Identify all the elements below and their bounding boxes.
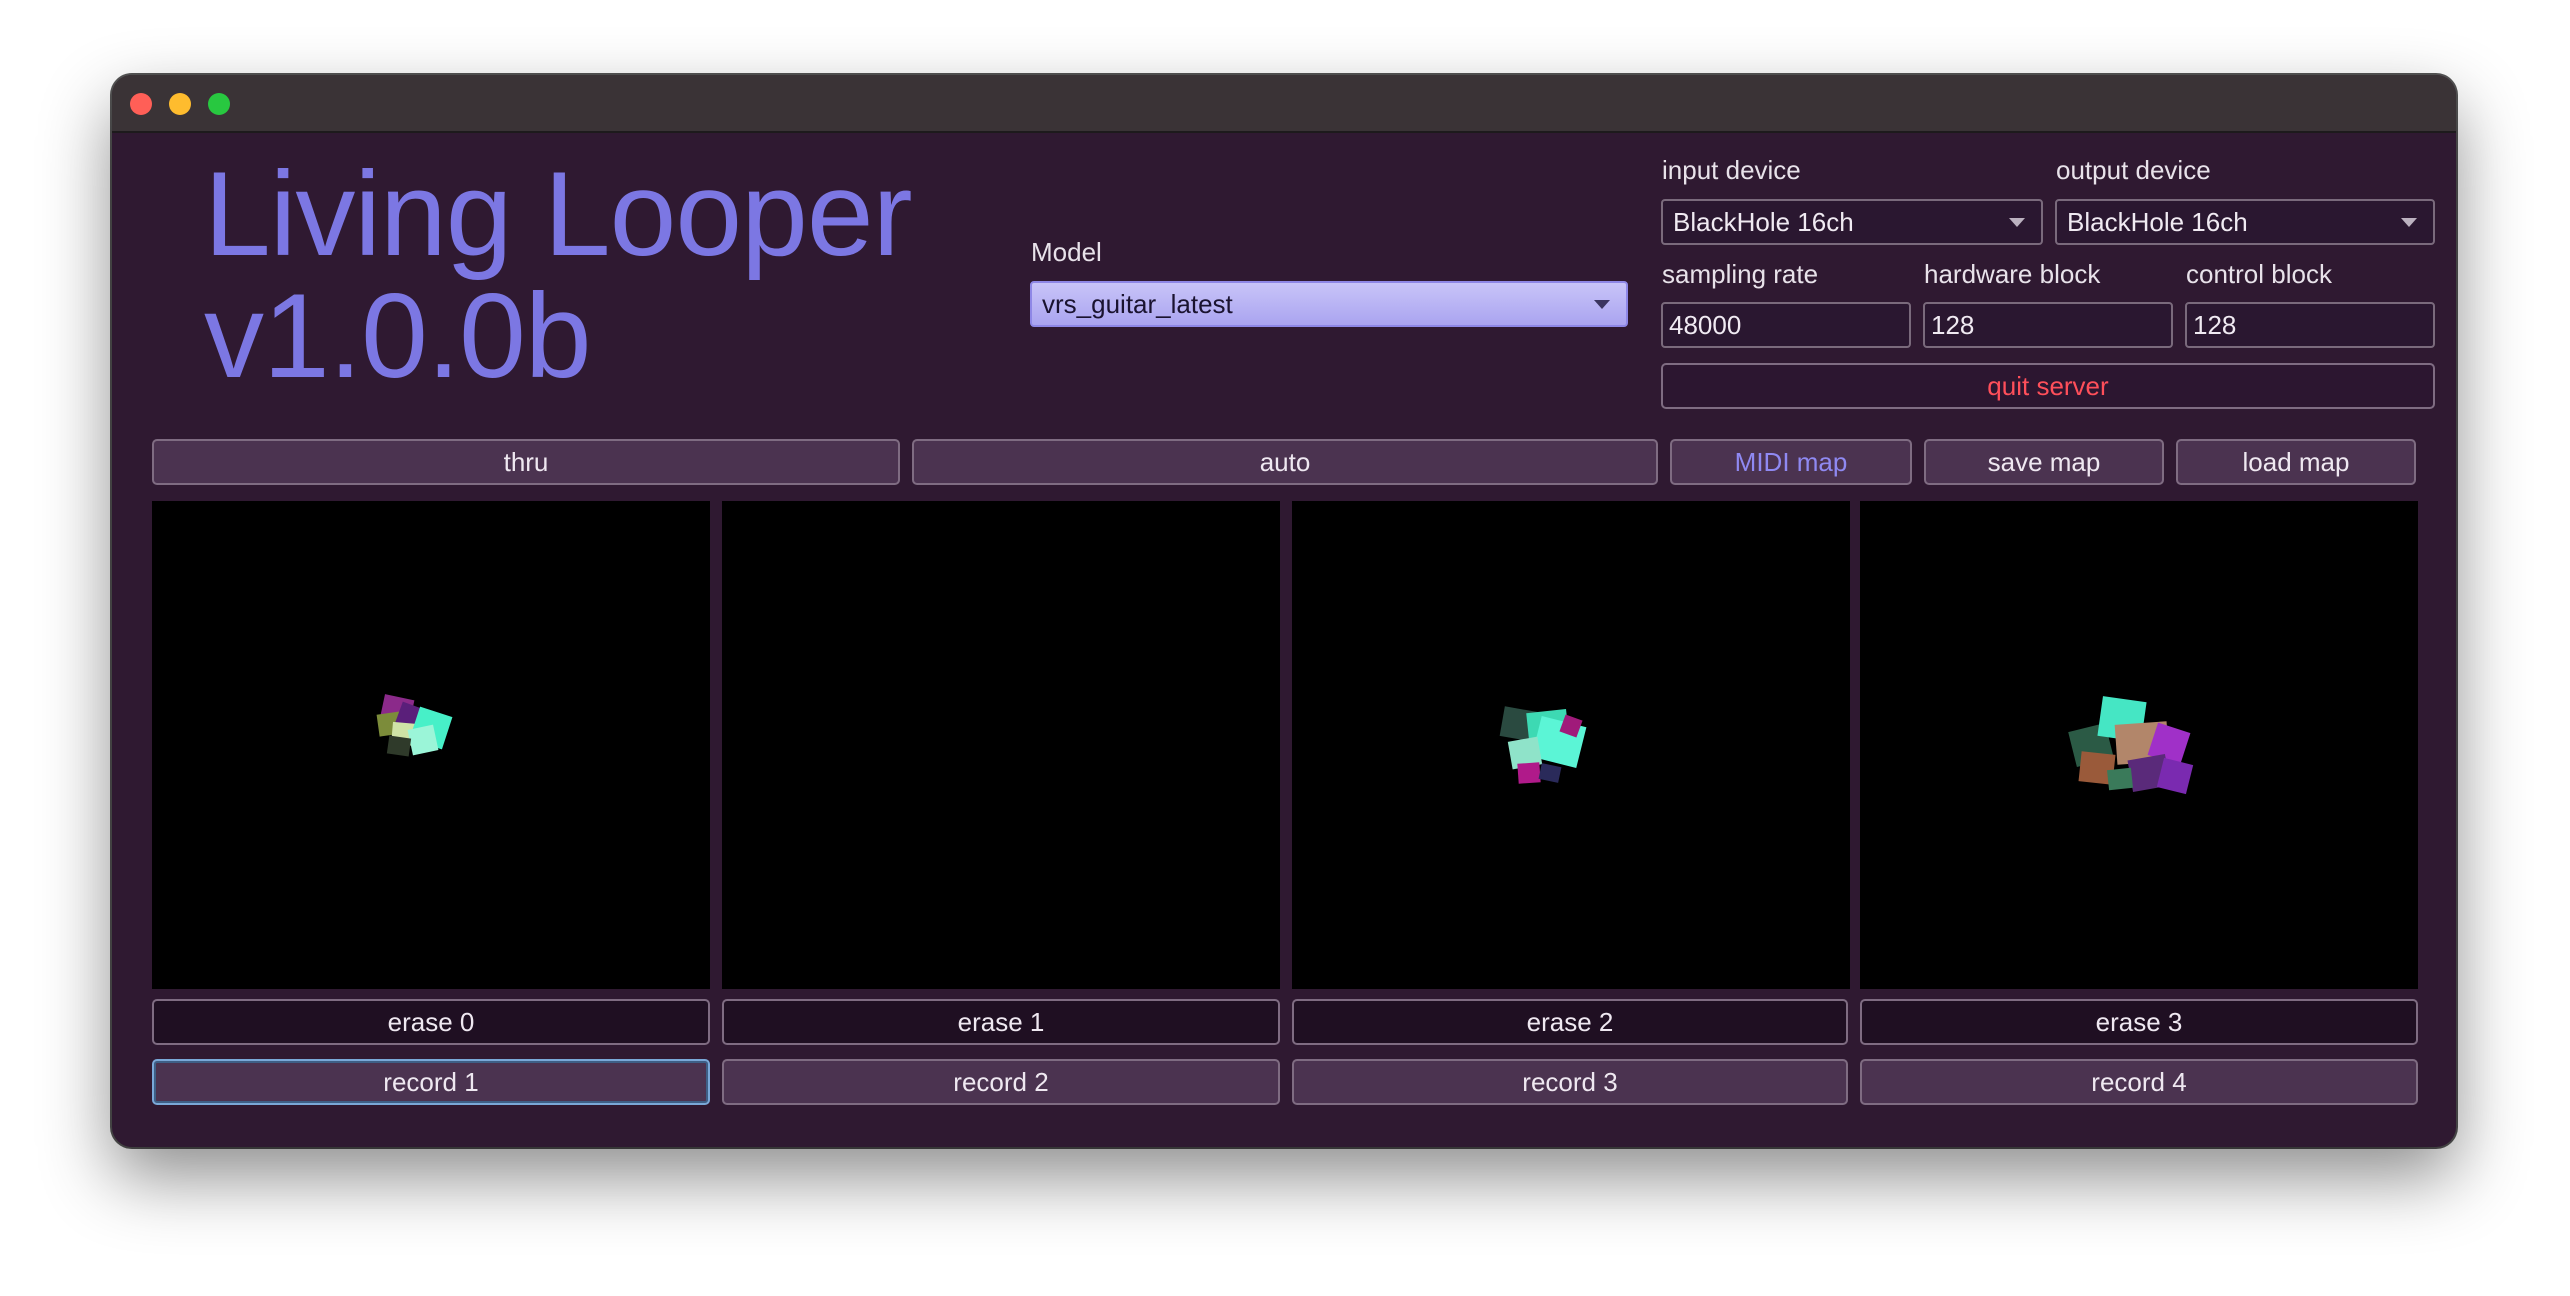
chevron-down-icon: [1594, 300, 1610, 309]
erase-button-1[interactable]: erase 1: [722, 999, 1280, 1045]
input-device-select[interactable]: BlackHole 16ch: [1661, 199, 2043, 245]
title-bar: [112, 75, 2456, 133]
model-select-value: vrs_guitar_latest: [1042, 289, 1233, 319]
midi-map-button[interactable]: MIDI map: [1670, 439, 1912, 485]
model-label: Model: [1031, 237, 1102, 267]
visual-square: [1517, 762, 1541, 784]
visual-square: [1538, 763, 1562, 783]
record-button-2[interactable]: record 2: [722, 1059, 1280, 1105]
sampling-rate-field[interactable]: 48000: [1661, 302, 1911, 348]
record-button-1[interactable]: record 1: [152, 1059, 710, 1105]
loop-visualizer-1: [722, 501, 1280, 989]
visual-square: [2107, 767, 2133, 791]
erase-button-3[interactable]: erase 3: [1860, 999, 2418, 1045]
visual-square: [407, 724, 439, 756]
output-device-value: BlackHole 16ch: [2067, 207, 2248, 237]
auto-button[interactable]: auto: [912, 439, 1658, 485]
app-title-line2: v1.0.0b: [204, 269, 592, 403]
control-block-label: control block: [2186, 259, 2332, 289]
erase-button-0[interactable]: erase 0: [152, 999, 710, 1045]
erase-button-2[interactable]: erase 2: [1292, 999, 1848, 1045]
chevron-down-icon: [2009, 218, 2025, 227]
visual-square: [386, 735, 412, 757]
input-device-label: input device: [1662, 155, 1801, 185]
app-title: Living Looper v1.0.0b: [204, 147, 913, 403]
hardware-block-label: hardware block: [1924, 259, 2101, 289]
output-device-label: output device: [2056, 155, 2211, 185]
hardware-block-field[interactable]: 128: [1923, 302, 2173, 348]
loop-visualizer-3: [1860, 501, 2418, 989]
record-button-3[interactable]: record 3: [1292, 1059, 1848, 1105]
chevron-down-icon: [2401, 218, 2417, 227]
input-device-value: BlackHole 16ch: [1673, 207, 1854, 237]
loop-visualizer-0: [152, 501, 710, 989]
sampling-rate-label: sampling rate: [1662, 259, 1819, 289]
minimize-icon[interactable]: [169, 93, 191, 115]
close-icon[interactable]: [130, 93, 152, 115]
visual-square: [2156, 757, 2194, 795]
record-button-4[interactable]: record 4: [1860, 1059, 2418, 1105]
save-map-button[interactable]: save map: [1924, 439, 2164, 485]
model-select[interactable]: vrs_guitar_latest: [1030, 281, 1628, 327]
load-map-button[interactable]: load map: [2176, 439, 2416, 485]
quit-server-button[interactable]: quit server: [1661, 363, 2435, 409]
app-title-line1: Living Looper: [204, 147, 913, 281]
output-device-select[interactable]: BlackHole 16ch: [2055, 199, 2435, 245]
app-window: Living Looper v1.0.0b Model vrs_guitar_l…: [112, 75, 2456, 1147]
control-block-field[interactable]: 128: [2185, 302, 2435, 348]
loop-visualizer-2: [1292, 501, 1850, 989]
thru-button[interactable]: thru: [152, 439, 900, 485]
maximize-icon[interactable]: [208, 93, 230, 115]
